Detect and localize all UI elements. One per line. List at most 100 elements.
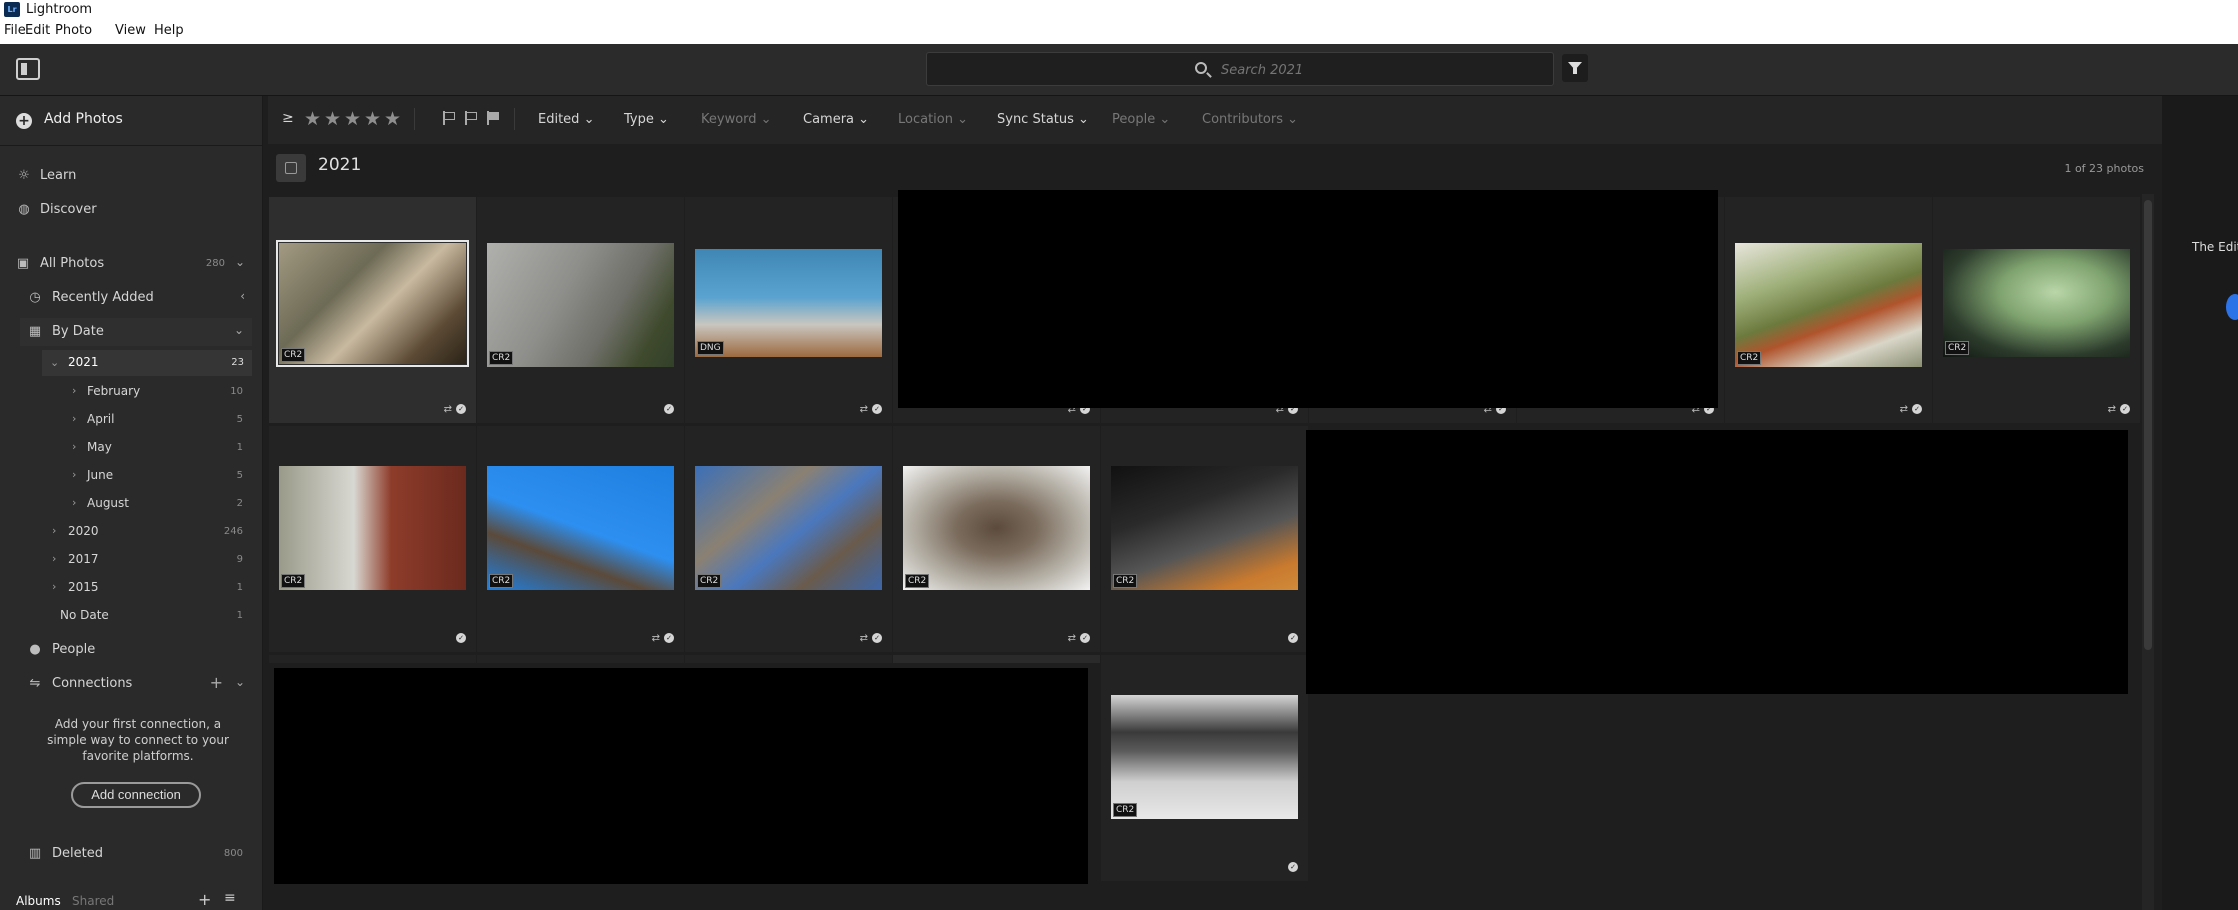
- star-icon[interactable]: ★: [344, 108, 361, 130]
- menu-file[interactable]: File: [4, 23, 26, 38]
- sidebar-item-people[interactable]: ● People: [0, 636, 263, 664]
- photo-cell[interactable]: CR2 ⇄ ✓: [685, 426, 892, 652]
- flag-unflagged-icon[interactable]: [464, 111, 477, 125]
- search-icon: [1195, 62, 1207, 74]
- photo-thumbnail[interactable]: CR2: [903, 466, 1090, 590]
- search-box[interactable]: [926, 52, 1554, 86]
- photo-cell[interactable]: CR2 ⇄ ✓: [477, 426, 684, 652]
- photo-thumbnail[interactable]: DNG: [695, 249, 882, 357]
- chevron-right-icon[interactable]: ›: [72, 496, 76, 509]
- chevron-right-icon[interactable]: ›: [52, 552, 56, 565]
- photo-thumbnail[interactable]: CR2: [1735, 243, 1922, 367]
- chevron-right-icon[interactable]: ›: [72, 468, 76, 481]
- photo-thumbnail[interactable]: CR2: [487, 466, 674, 590]
- photo-cell[interactable]: CR2 ⇄ ✓: [893, 426, 1100, 652]
- date-item-may[interactable]: › May 1: [0, 434, 263, 462]
- star-icon[interactable]: ★: [384, 108, 401, 130]
- photo-cell[interactable]: CR2 ✓: [269, 426, 476, 652]
- photo-thumbnail[interactable]: CR2: [1111, 466, 1298, 590]
- sidebar-item-by-date[interactable]: ▦ By Date ⌄: [20, 318, 252, 346]
- tab-shared[interactable]: Shared: [72, 894, 114, 908]
- chevron-down-icon[interactable]: ⌄: [50, 356, 59, 369]
- date-item-2020[interactable]: › 2020 246: [0, 518, 263, 546]
- panel-toggle-icon[interactable]: [16, 58, 40, 80]
- photo-cell[interactable]: CR2 ✓: [1101, 655, 1308, 881]
- sidebar-item-deleted[interactable]: ▥ Deleted 800: [0, 840, 263, 868]
- chevron-left-icon[interactable]: ‹: [240, 289, 245, 303]
- filter-icon[interactable]: [1562, 54, 1588, 82]
- sidebar-item-learn[interactable]: ☼ Learn: [0, 162, 263, 190]
- photo-cell[interactable]: CR2 ⇄ ✓: [1725, 197, 1932, 423]
- sidebar-item-discover[interactable]: ◍ Discover: [0, 196, 263, 224]
- filter-type[interactable]: Type ⌄: [624, 112, 669, 127]
- star-icon[interactable]: ★: [364, 108, 381, 130]
- date-item-april[interactable]: › April 5: [0, 406, 263, 434]
- photo-cell[interactable]: CR2 ✓: [1101, 426, 1308, 652]
- date-item-august[interactable]: › August 2: [0, 490, 263, 518]
- add-connection-icon[interactable]: +: [210, 673, 223, 692]
- date-item-2017[interactable]: › 2017 9: [0, 546, 263, 574]
- photo-cell[interactable]: CR2 ⇄ ✓: [1933, 197, 2140, 423]
- menu-photo[interactable]: Photo: [55, 23, 92, 38]
- filter-contributors[interactable]: Contributors ⌄: [1202, 112, 1298, 127]
- sort-icon[interactable]: ≡: [224, 890, 236, 906]
- filter-edited[interactable]: Edited ⌄: [538, 112, 594, 127]
- photo-thumbnail[interactable]: CR2: [487, 243, 674, 367]
- chevron-down-icon[interactable]: ⌄: [235, 255, 245, 269]
- photo-cell[interactable]: DNG ⇄ ✓: [685, 197, 892, 423]
- date-item-no-date[interactable]: No Date 1: [0, 602, 263, 630]
- tab-albums[interactable]: Albums: [16, 894, 61, 908]
- search-input[interactable]: [1221, 60, 1521, 80]
- filter-keyword[interactable]: Keyword ⌄: [701, 112, 772, 127]
- menu-view[interactable]: View: [115, 23, 146, 38]
- chevron-right-icon[interactable]: ›: [52, 524, 56, 537]
- filter-sync-status[interactable]: Sync Status ⌄: [997, 112, 1089, 127]
- photo-thumbnail[interactable]: CR2: [276, 240, 469, 367]
- photo-thumbnail[interactable]: CR2: [279, 466, 466, 590]
- flag-picked-icon[interactable]: [442, 111, 455, 125]
- photo-cell[interactable]: CR2 ✓: [477, 197, 684, 423]
- star-icon[interactable]: ★: [304, 108, 321, 130]
- chevron-right-icon[interactable]: ›: [72, 384, 76, 397]
- chevron-down-icon[interactable]: ⌄: [234, 323, 244, 337]
- star-icon[interactable]: ★: [324, 108, 341, 130]
- chevron-right-icon[interactable]: ›: [52, 580, 56, 593]
- clock-icon: ◷: [29, 290, 41, 305]
- synced-icon: ✓: [1288, 862, 1298, 872]
- rating-operator[interactable]: ≥: [282, 110, 294, 126]
- chevron-down-icon[interactable]: ⌄: [235, 675, 245, 689]
- synced-icon: ✓: [1288, 633, 1298, 643]
- sidebar-item-all-photos[interactable]: ▣ All Photos 280 ⌄: [0, 250, 263, 278]
- date-item-june[interactable]: › June 5: [0, 462, 263, 490]
- menu-help[interactable]: Help: [154, 23, 184, 38]
- photo-thumbnail[interactable]: CR2: [1111, 695, 1298, 819]
- file-type-badge: CR2: [489, 574, 514, 588]
- grid-view-icon[interactable]: [276, 154, 306, 182]
- redacted-region: [1306, 430, 2128, 694]
- scrollbar-thumb[interactable]: [2144, 200, 2152, 650]
- sidebar-item-recently-added[interactable]: ◷ Recently Added ‹: [0, 284, 263, 312]
- date-item-2021[interactable]: ⌄ 2021 23: [42, 350, 252, 376]
- date-count: 10: [230, 386, 243, 397]
- photo-cell[interactable]: CR2 ⇄ ✓: [269, 197, 476, 423]
- filter-camera[interactable]: Camera ⌄: [803, 112, 869, 127]
- date-item-2015[interactable]: › 2015 1: [0, 574, 263, 602]
- chevron-right-icon[interactable]: ›: [72, 440, 76, 453]
- flag-rejected-icon[interactable]: [486, 111, 499, 125]
- chevron-right-icon[interactable]: ›: [72, 412, 76, 425]
- photo-grid: CR2 ⇄ ✓ CR2 ✓ DNG ⇄ ✓ ⇄ ✓ ⇄ ✓ ⇄ ✓ ⇄ ✓ CR…: [268, 190, 2142, 910]
- filter-people[interactable]: People ⌄: [1112, 112, 1170, 127]
- add-connection-button[interactable]: Add connection: [71, 782, 201, 808]
- date-count: 2: [236, 498, 243, 509]
- calendar-icon: ▦: [28, 324, 42, 339]
- filter-location[interactable]: Location ⌄: [898, 112, 968, 127]
- photo-thumbnail[interactable]: CR2: [1943, 249, 2130, 357]
- date-count: 9: [236, 554, 243, 565]
- add-photos-button[interactable]: + Add Photos: [0, 96, 263, 146]
- add-album-icon[interactable]: +: [198, 890, 211, 909]
- photo-thumbnail[interactable]: CR2: [695, 466, 882, 590]
- blue-indicator[interactable]: [2226, 294, 2238, 320]
- sidebar-item-connections[interactable]: ⇋ Connections + ⌄: [0, 670, 263, 698]
- menu-edit[interactable]: Edit: [25, 23, 50, 38]
- date-item-february[interactable]: › February 10: [0, 378, 263, 406]
